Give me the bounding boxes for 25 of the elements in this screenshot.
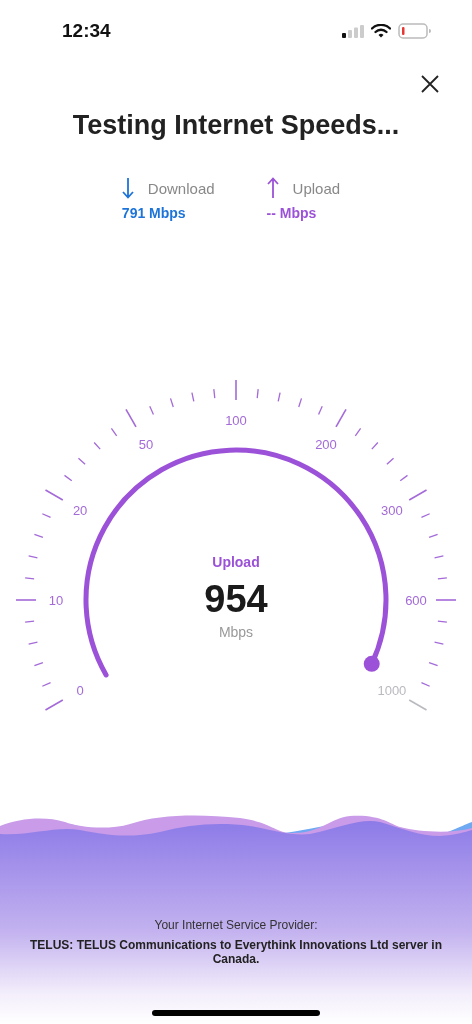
page-title: Testing Internet Speeds... [71,110,401,141]
scale-label: 200 [315,436,337,452]
battery-icon [398,23,432,39]
up-arrow-icon [266,177,279,199]
scale-label: 600 [405,592,427,608]
scale-label: 1000 [377,682,407,698]
signal-icon [342,24,364,38]
gauge-unit: Mbps [218,624,254,640]
scale-label: 50 [138,436,154,452]
gauge-phase: Upload [212,554,260,570]
scale-label: 0 [76,682,84,698]
result-label: Upload [292,179,341,197]
result-value: -- Mbps [266,205,318,221]
scale-label: 100 [225,412,247,428]
isp-name: TELUS: TELUS Communications to Everythink Innovations Ltd server in Canada. [28,938,444,966]
result-label: Download [147,179,215,197]
isp-caption: Your Internet Service Provider: [154,918,318,932]
scale-label: 10 [48,592,64,608]
scale-label: 300 [381,502,403,518]
gauge-reading: 954 [204,578,268,620]
result-value: 791 Mbps [121,205,187,221]
down-arrow-icon [121,177,134,199]
status-time: 12:34 [62,20,111,42]
wifi-icon [371,24,391,38]
scale-label: 20 [72,502,88,518]
